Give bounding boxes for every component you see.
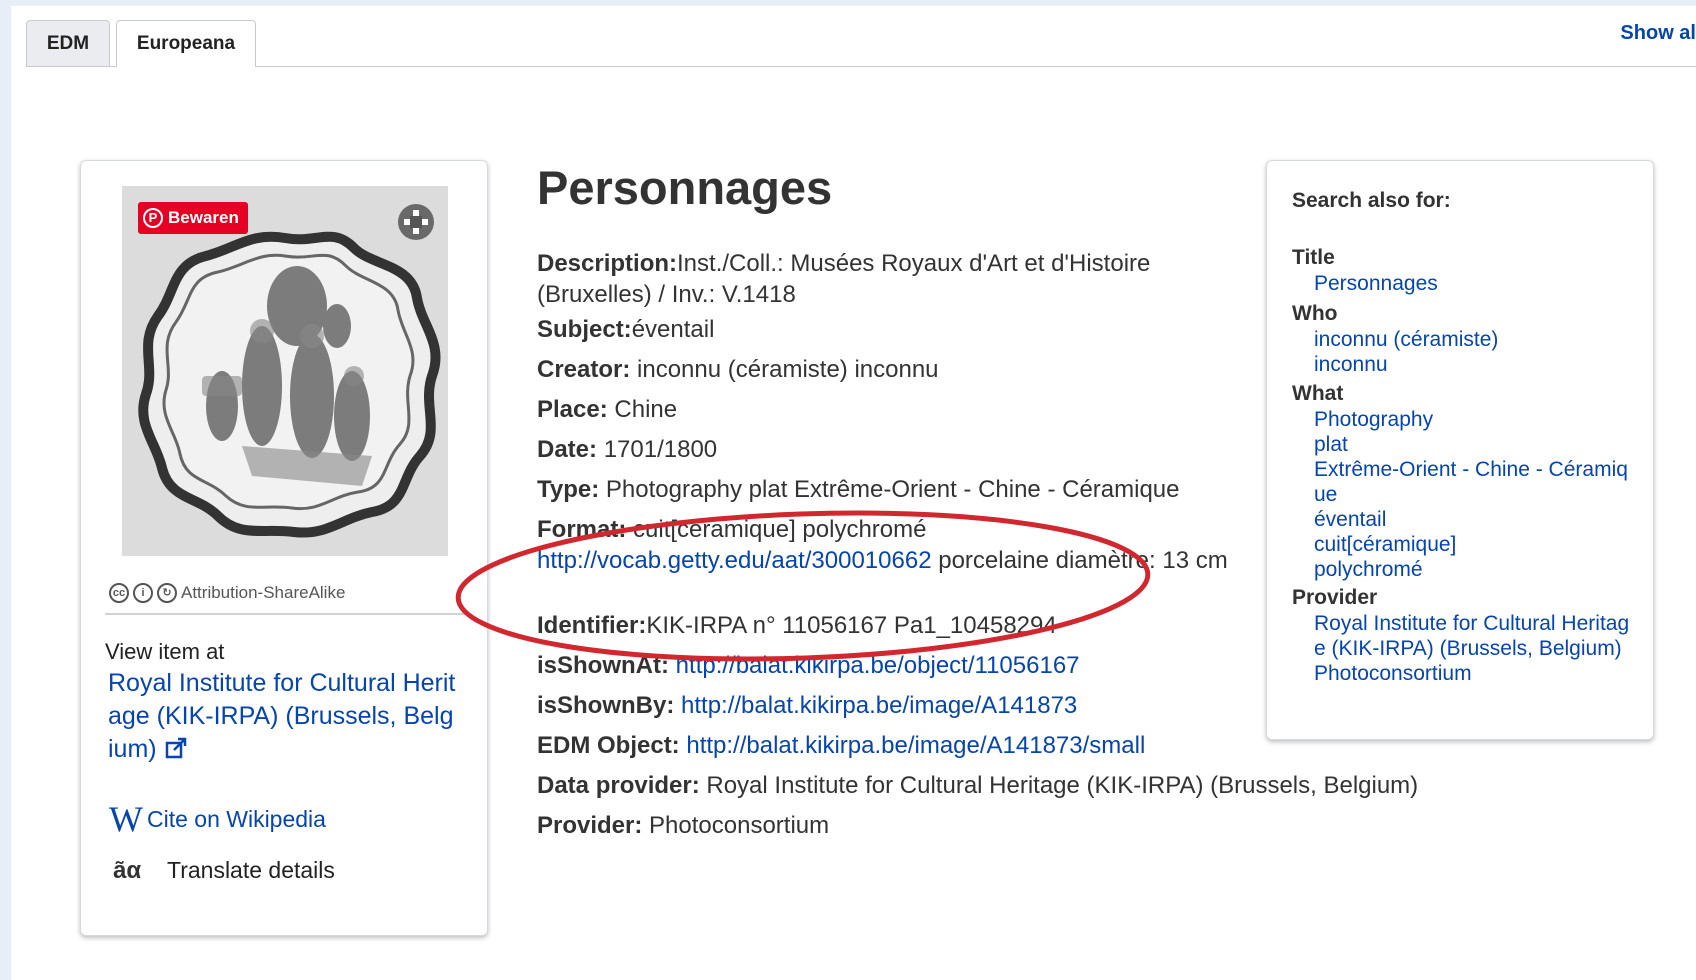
provider-value: Photoconsortium xyxy=(649,812,830,839)
wikipedia-icon: W xyxy=(109,799,143,839)
subject-row: Subject:éventail xyxy=(537,314,1242,345)
subject-value: éventail xyxy=(631,316,715,343)
translate-details-button[interactable]: a͂α Translate details xyxy=(113,857,335,884)
fullscreen-icon[interactable] xyxy=(396,202,436,242)
search-also-provider-group: Provider Royal Institute for Cultural He… xyxy=(1292,585,1632,686)
search-also-link[interactable]: éventail xyxy=(1292,507,1632,532)
data-provider-row: Data provider: Royal Institute for Cultu… xyxy=(537,770,1487,801)
creator-row: Creator: inconnu (céramiste) inconnu xyxy=(537,354,1242,385)
cite-wikipedia-link[interactable]: W Cite on Wikipedia xyxy=(109,801,326,837)
search-also-provider-heading: Provider xyxy=(1292,586,1378,609)
search-also-link[interactable]: polychromé xyxy=(1292,557,1632,582)
search-also-who-group: Who inconnu (céramiste) inconnu xyxy=(1292,301,1632,377)
creator-value: inconnu (céramiste) inconnu xyxy=(637,356,939,383)
search-also-what-heading: What xyxy=(1292,382,1344,405)
provider-link[interactable]: Royal Institute for Cultural Heritage (K… xyxy=(108,667,458,766)
translate-label[interactable]: Translate details xyxy=(167,857,335,884)
search-also-who-heading: Who xyxy=(1292,302,1338,325)
search-also-panel: Search also for: Title Personnages Who i… xyxy=(1266,160,1654,740)
show-all-link[interactable]: Show al xyxy=(1620,22,1696,45)
pinterest-save-label: Bewaren xyxy=(168,208,239,227)
description-row: Description:Inst./Coll.: Musées Royaux d… xyxy=(537,248,1242,310)
pinterest-icon: P xyxy=(143,208,163,228)
search-also-link[interactable]: Photography xyxy=(1292,407,1632,432)
type-value: Photography plat Extrême-Orient - Chine … xyxy=(605,476,1180,503)
search-also-link[interactable]: inconnu (céramiste) xyxy=(1292,327,1632,352)
provider-link-text[interactable]: Royal Institute for Cultural Heritage (K… xyxy=(108,669,455,763)
edm-object-row: EDM Object: http://balat.kikirpa.be/imag… xyxy=(537,730,1242,761)
pinterest-save-button[interactable]: P Bewaren xyxy=(138,202,248,234)
search-also-what-group: What Photography plat Extrême-Orient - C… xyxy=(1292,381,1632,582)
search-also-link[interactable]: Extrême-Orient - Chine - Céramique xyxy=(1292,457,1632,507)
creator-label: Creator: xyxy=(537,356,631,383)
edm-object-label: EDM Object: xyxy=(537,732,680,759)
tab-europeana[interactable]: Europeana xyxy=(116,20,256,67)
data-provider-value: Royal Institute for Cultural Heritage (K… xyxy=(706,772,1419,799)
divider xyxy=(105,613,469,615)
date-row: Date: 1701/1800 xyxy=(537,434,1242,465)
external-link-icon[interactable] xyxy=(165,737,187,759)
provider-label: Provider: xyxy=(537,812,643,839)
search-also-title-heading: Title xyxy=(1292,246,1335,269)
place-row: Place: Chine xyxy=(537,394,1242,425)
tab-edm[interactable]: EDM xyxy=(26,20,110,66)
annotation-circle xyxy=(455,510,1151,662)
search-also-heading: Search also for: xyxy=(1292,189,1451,212)
page-title: Personnages xyxy=(537,161,833,214)
search-also-link[interactable]: Royal Institute for Cultural Heritage (K… xyxy=(1292,611,1632,661)
search-also-link[interactable]: Photoconsortium xyxy=(1292,661,1632,686)
data-provider-label: Data provider: xyxy=(537,772,700,799)
description-label: Description: xyxy=(537,250,678,277)
view-item-label: View item at xyxy=(105,639,225,664)
license-row[interactable]: cc i ↻ Attribution-ShareAlike xyxy=(109,583,345,603)
search-also-title-group: Title Personnages xyxy=(1292,245,1632,296)
search-also-link[interactable]: Personnages xyxy=(1292,271,1632,296)
attribution-icon: i xyxy=(133,583,153,603)
license-label: Attribution-ShareAlike xyxy=(181,583,346,602)
cite-wikipedia-label[interactable]: Cite on Wikipedia xyxy=(147,806,326,833)
place-value: Chine xyxy=(614,396,678,423)
subject-label: Subject: xyxy=(537,316,632,343)
translate-icon: a͂α xyxy=(113,856,142,884)
date-label: Date: xyxy=(537,436,598,463)
provider-row: Provider: Photoconsortium xyxy=(537,810,1242,841)
sharealike-icon: ↻ xyxy=(157,583,177,603)
item-thumbnail[interactable]: P Bewaren xyxy=(122,186,448,556)
place-label: Place: xyxy=(537,396,608,423)
item-preview-card: P Bewaren cc i ↻ Attribution-ShareAlike … xyxy=(80,160,488,936)
search-also-link[interactable]: cuit[céramique] xyxy=(1292,532,1632,557)
type-label: Type: xyxy=(537,476,600,503)
type-row: Type: Photography plat Extrême-Orient - … xyxy=(537,474,1242,505)
search-also-link[interactable]: inconnu xyxy=(1292,352,1632,377)
tab-bar: EDM Europeana xyxy=(26,6,1696,67)
date-value: 1701/1800 xyxy=(603,436,718,463)
edm-object-link[interactable]: http://balat.kikirpa.be/image/A141873/sm… xyxy=(686,732,1145,759)
cc-icon: cc xyxy=(109,583,129,603)
search-also-link[interactable]: plat xyxy=(1292,432,1632,457)
